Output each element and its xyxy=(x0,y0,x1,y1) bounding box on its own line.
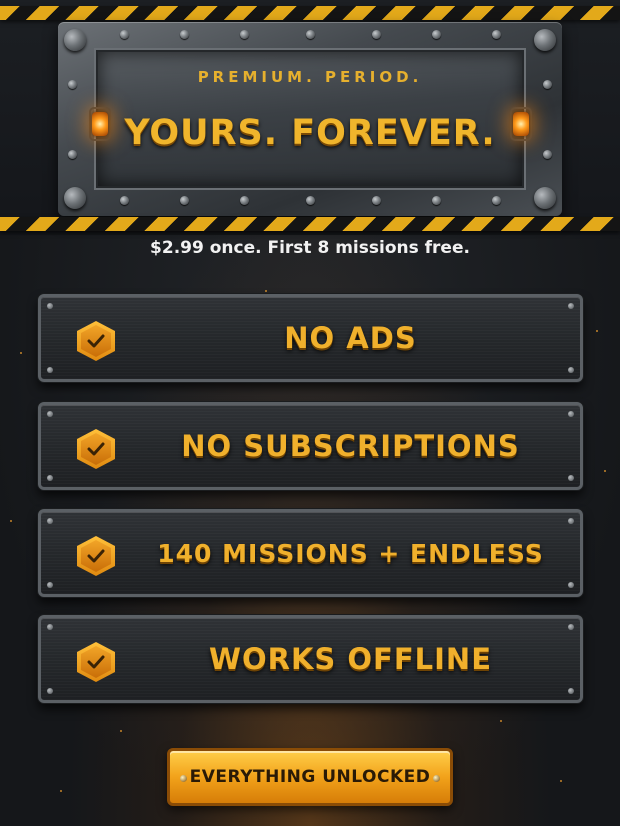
rivet-icon xyxy=(240,30,249,39)
rivet-icon xyxy=(120,196,129,205)
hazard-stripe-top xyxy=(0,6,620,20)
rivet-icon xyxy=(306,30,315,39)
rivet-icon xyxy=(432,196,441,205)
rivet-icon xyxy=(68,150,77,159)
feature-card-works-offline: WORKS OFFLINE xyxy=(38,615,583,703)
rivet-icon xyxy=(180,30,189,39)
rivet-icon xyxy=(180,196,189,205)
bolt-icon xyxy=(64,187,86,209)
rivet-icon xyxy=(306,196,315,205)
price-subtitle: $2.99 once. First 8 missions free. xyxy=(150,238,470,258)
rivet-icon xyxy=(492,196,501,205)
page-title: YOURS. FOREVER. xyxy=(124,113,496,153)
rivet-icon xyxy=(120,30,129,39)
bolt-icon xyxy=(534,187,556,209)
check-badge-icon xyxy=(77,429,115,469)
feature-label: 140 MISSIONS + ENDLESS xyxy=(157,538,544,568)
rivet-icon xyxy=(68,80,77,89)
feature-card-missions: 140 MISSIONS + ENDLESS xyxy=(38,509,583,597)
header-kicker: PREMIUM. PERIOD. xyxy=(197,68,423,86)
rivet-icon xyxy=(492,30,501,39)
feature-label: NO SUBSCRIPTIONS xyxy=(181,429,520,463)
rivet-icon xyxy=(543,80,552,89)
bolt-icon xyxy=(64,29,86,51)
rivet-icon xyxy=(543,150,552,159)
everything-unlocked-button[interactable]: EVERYTHING UNLOCKED xyxy=(167,748,453,806)
check-badge-icon xyxy=(77,321,115,361)
check-badge-icon xyxy=(77,536,115,576)
cta-label: EVERYTHING UNLOCKED xyxy=(189,767,431,787)
rivet-icon xyxy=(372,30,381,39)
rivet-icon xyxy=(372,196,381,205)
rivet-icon xyxy=(240,196,249,205)
rivet-icon xyxy=(432,30,441,39)
feature-card-no-subscriptions: NO SUBSCRIPTIONS xyxy=(38,402,583,490)
feature-card-no-ads: NO ADS xyxy=(38,294,583,382)
bolt-icon xyxy=(534,29,556,51)
premium-screen: PREMIUM. PERIOD. YOURS. FOREVER. $2.99 o… xyxy=(0,0,620,826)
check-badge-icon xyxy=(77,642,115,682)
hazard-stripe-bottom xyxy=(0,217,620,231)
feature-label: NO ADS xyxy=(284,321,417,355)
feature-label: WORKS OFFLINE xyxy=(208,642,493,676)
